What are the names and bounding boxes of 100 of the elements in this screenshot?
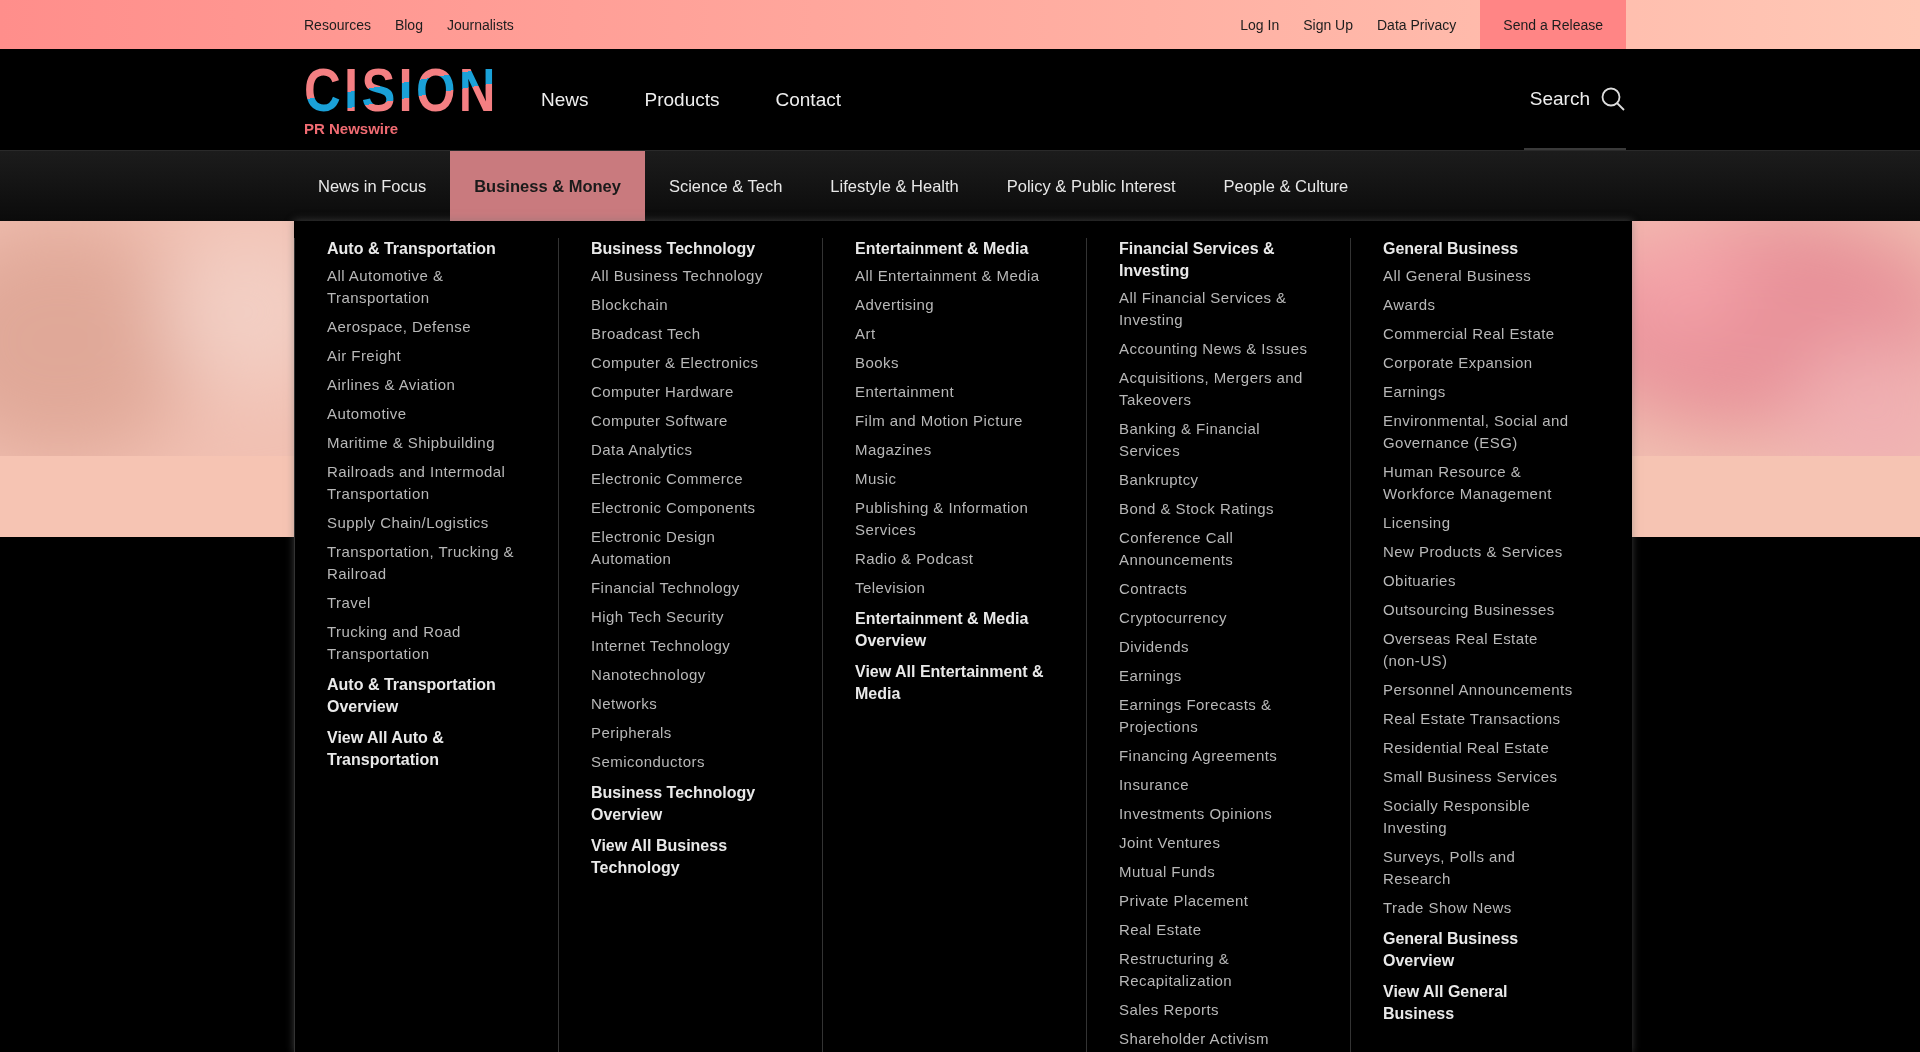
- menu-link[interactable]: Semiconductors: [591, 751, 784, 773]
- top-link[interactable]: Resources: [304, 16, 371, 33]
- menu-link[interactable]: Residential Real Estate: [1383, 737, 1576, 759]
- menu-link[interactable]: Earnings Forecasts & Projections: [1119, 694, 1312, 738]
- menu-link[interactable]: Financing Agreements: [1119, 745, 1312, 767]
- menu-link[interactable]: Supply Chain/Logistics: [327, 512, 520, 534]
- menu-link[interactable]: Aerospace, Defense: [327, 316, 520, 338]
- menu-link[interactable]: Earnings: [1383, 381, 1576, 403]
- menu-link[interactable]: Data Analytics: [591, 439, 784, 461]
- menu-link[interactable]: Commercial Real Estate: [1383, 323, 1576, 345]
- menu-link[interactable]: Environmental, Social and Governance (ESG): [1383, 410, 1576, 454]
- menu-link[interactable]: Awards: [1383, 294, 1576, 316]
- menu-link[interactable]: Peripherals: [591, 722, 784, 744]
- menu-link[interactable]: Bankruptcy: [1119, 469, 1312, 491]
- menu-link[interactable]: Financial Technology: [591, 577, 784, 599]
- column-heading[interactable]: Auto & Transportation: [327, 238, 520, 260]
- menu-link[interactable]: Corporate Expansion: [1383, 352, 1576, 374]
- menu-link[interactable]: Personnel Announcements: [1383, 679, 1576, 701]
- menu-link[interactable]: Maritime & Shipbuilding: [327, 432, 520, 454]
- nav-link[interactable]: Contact: [775, 88, 841, 111]
- menu-link[interactable]: Surveys, Polls and Research: [1383, 846, 1576, 890]
- category-tab[interactable]: People & Culture: [1199, 151, 1373, 221]
- menu-link[interactable]: Human Resource & Workforce Management: [1383, 461, 1576, 505]
- menu-link[interactable]: Joint Ventures: [1119, 832, 1312, 854]
- menu-link[interactable]: Bond & Stock Ratings: [1119, 498, 1312, 520]
- nav-link[interactable]: News: [541, 88, 589, 111]
- menu-link[interactable]: Automotive: [327, 403, 520, 425]
- overview-link[interactable]: General Business Overview: [1383, 928, 1576, 972]
- column-heading[interactable]: General Business: [1383, 238, 1576, 260]
- menu-link[interactable]: Railroads and Intermodal Transportation: [327, 461, 520, 505]
- top-link[interactable]: Sign Up: [1303, 16, 1353, 33]
- menu-link[interactable]: Mutual Funds: [1119, 861, 1312, 883]
- top-link[interactable]: Blog: [394, 16, 423, 33]
- menu-link[interactable]: Books: [855, 352, 1048, 374]
- menu-link[interactable]: All Entertainment & Media: [855, 265, 1048, 287]
- menu-link[interactable]: All Business Technology: [591, 265, 784, 287]
- column-heading[interactable]: Entertainment & Media: [855, 238, 1048, 260]
- menu-link[interactable]: Accounting News & Issues: [1119, 338, 1312, 360]
- menu-link[interactable]: All Automotive & Transportation: [327, 265, 520, 309]
- menu-link[interactable]: Obituaries: [1383, 570, 1576, 592]
- category-tab[interactable]: Science & Tech: [644, 151, 807, 221]
- menu-link[interactable]: Real Estate: [1119, 919, 1312, 941]
- overview-link[interactable]: Business Technology Overview: [591, 782, 784, 826]
- menu-link[interactable]: Airlines & Aviation: [327, 374, 520, 396]
- menu-link[interactable]: Travel: [327, 592, 520, 614]
- menu-link[interactable]: Music: [855, 468, 1048, 490]
- menu-link[interactable]: Networks: [591, 693, 784, 715]
- menu-link[interactable]: Computer Hardware: [591, 381, 784, 403]
- menu-link[interactable]: Shareholder Activism: [1119, 1028, 1312, 1050]
- nav-link[interactable]: Products: [644, 88, 720, 111]
- menu-link[interactable]: Transportation, Trucking & Railroad: [327, 541, 520, 585]
- menu-link[interactable]: Broadcast Tech: [591, 323, 784, 345]
- overview-link[interactable]: View All Entertainment & Media: [855, 661, 1048, 705]
- menu-link[interactable]: Real Estate Transactions: [1383, 708, 1576, 730]
- category-tab[interactable]: Lifestyle & Health: [806, 151, 983, 221]
- menu-link[interactable]: Investments Opinions: [1119, 803, 1312, 825]
- overview-link[interactable]: View All General Business: [1383, 981, 1576, 1025]
- overview-link[interactable]: View All Business Technology: [591, 835, 784, 879]
- menu-link[interactable]: Small Business Services: [1383, 766, 1576, 788]
- menu-link[interactable]: Electronic Design Automation: [591, 526, 784, 570]
- menu-link[interactable]: Computer Software: [591, 410, 784, 432]
- menu-link[interactable]: Cryptocurrency: [1119, 607, 1312, 629]
- category-tab[interactable]: Business & Money: [450, 151, 645, 221]
- menu-link[interactable]: Restructuring & Recapitalization: [1119, 948, 1312, 992]
- menu-link[interactable]: Art: [855, 323, 1048, 345]
- column-heading[interactable]: Business Technology: [591, 238, 784, 260]
- overview-link[interactable]: Auto & Transportation Overview: [327, 674, 520, 718]
- send-release-button[interactable]: Send a Release: [1480, 0, 1626, 49]
- menu-link[interactable]: High Tech Security: [591, 606, 784, 628]
- menu-link[interactable]: Advertising: [855, 294, 1048, 316]
- menu-link[interactable]: Nanotechnology: [591, 664, 784, 686]
- menu-link[interactable]: Insurance: [1119, 774, 1312, 796]
- menu-link[interactable]: Publishing & Information Services: [855, 497, 1048, 541]
- menu-link[interactable]: All Financial Services & Investing: [1119, 287, 1312, 331]
- menu-link[interactable]: Contracts: [1119, 578, 1312, 600]
- top-link[interactable]: Data Privacy: [1377, 16, 1457, 33]
- menu-link[interactable]: Private Placement: [1119, 890, 1312, 912]
- menu-link[interactable]: Banking & Financial Services: [1119, 418, 1312, 462]
- top-link[interactable]: Journalists: [446, 16, 514, 33]
- menu-link[interactable]: Magazines: [855, 439, 1048, 461]
- menu-link[interactable]: Trucking and Road Transportation: [327, 621, 520, 665]
- menu-link[interactable]: Conference Call Announcements: [1119, 527, 1312, 571]
- menu-link[interactable]: Internet Technology: [591, 635, 784, 657]
- menu-link[interactable]: Sales Reports: [1119, 999, 1312, 1021]
- overview-link[interactable]: View All Auto & Transportation: [327, 727, 520, 771]
- top-link[interactable]: Log In: [1240, 16, 1280, 33]
- category-tab[interactable]: News in Focus: [294, 151, 451, 221]
- menu-link[interactable]: Film and Motion Picture: [855, 410, 1048, 432]
- menu-link[interactable]: Electronic Commerce: [591, 468, 784, 490]
- menu-link[interactable]: Licensing: [1383, 512, 1576, 534]
- menu-link[interactable]: Earnings: [1119, 665, 1312, 687]
- overview-link[interactable]: Entertainment & Media Overview: [855, 608, 1048, 652]
- menu-link[interactable]: Overseas Real Estate (non-US): [1383, 628, 1576, 672]
- menu-link[interactable]: Trade Show News: [1383, 897, 1576, 919]
- menu-link[interactable]: Air Freight: [327, 345, 520, 367]
- menu-link[interactable]: All General Business: [1383, 265, 1576, 287]
- menu-link[interactable]: Computer & Electronics: [591, 352, 784, 374]
- menu-link[interactable]: Radio & Podcast: [855, 548, 1048, 570]
- category-tab[interactable]: Policy & Public Interest: [982, 151, 1200, 221]
- menu-link[interactable]: Dividends: [1119, 636, 1312, 658]
